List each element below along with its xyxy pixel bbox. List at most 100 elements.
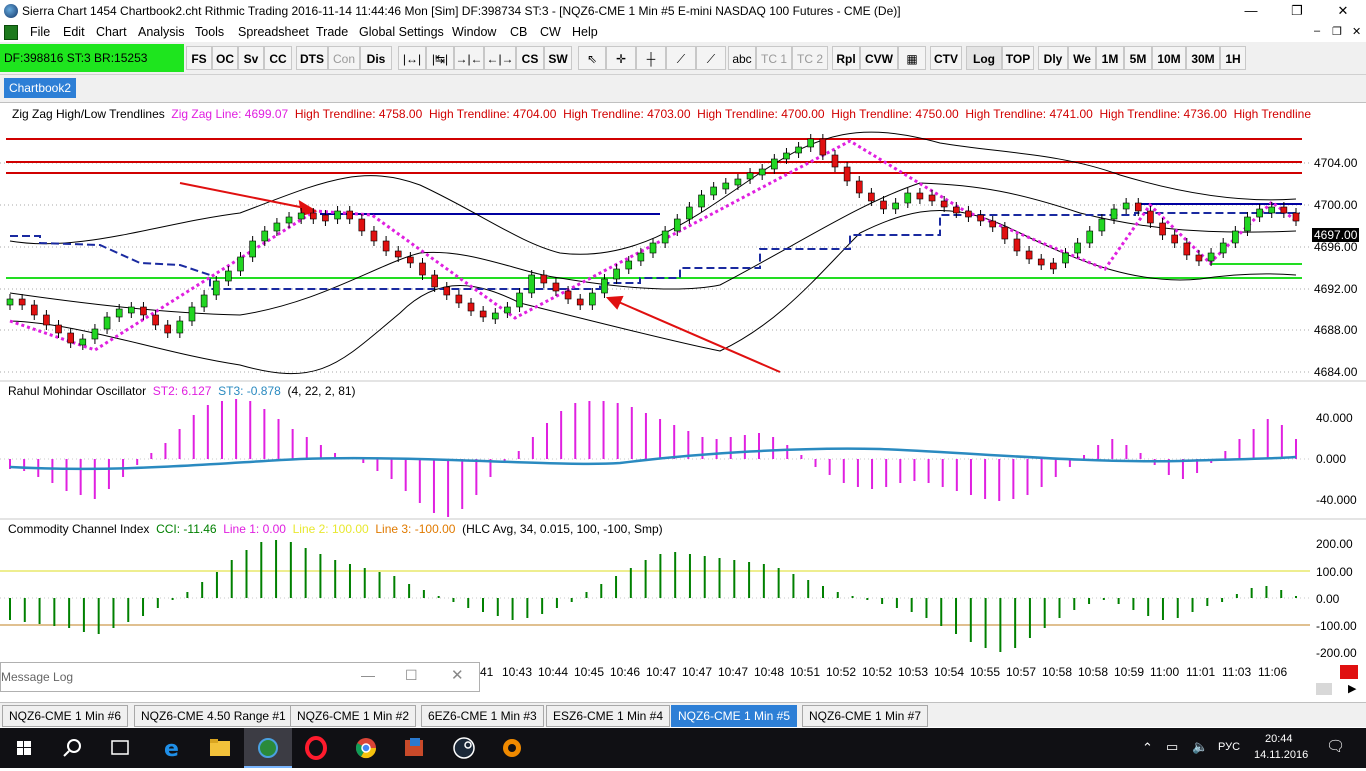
rpl-button[interactable]: Rpl: [832, 46, 860, 70]
cvw-button[interactable]: CVW: [860, 46, 898, 70]
30m-button[interactable]: 30M: [1186, 46, 1220, 70]
menu-file[interactable]: File: [30, 25, 50, 39]
menu-global-settings[interactable]: Global Settings: [359, 25, 444, 39]
mdi-close-button[interactable]: ✕: [1352, 25, 1361, 38]
crosshair-icon[interactable]: ✛: [606, 46, 636, 70]
dis-button[interactable]: Dis: [360, 46, 392, 70]
volume-icon[interactable]: 🔈: [1192, 739, 1208, 755]
opera-icon[interactable]: [292, 728, 340, 768]
10m-button[interactable]: 10M: [1152, 46, 1186, 70]
con-button[interactable]: Con: [328, 46, 360, 70]
steam-icon[interactable]: [440, 728, 488, 768]
value-tool-icon[interactable]: ┼: [636, 46, 666, 70]
cs-button[interactable]: CS: [516, 46, 544, 70]
trendline-value: High Trendline: 4703.00: [563, 107, 691, 121]
oc-button[interactable]: OC: [212, 46, 238, 70]
clock-date[interactable]: 14.11.2016: [1254, 749, 1308, 761]
1h-button[interactable]: 1H: [1220, 46, 1246, 70]
tab-chart-4[interactable]: ESZ6-CME 1 Min #4: [546, 705, 671, 727]
chrome-icon[interactable]: [342, 728, 390, 768]
menu-trade[interactable]: Trade: [316, 25, 348, 39]
keypad-icon[interactable]: ▦: [898, 46, 926, 70]
tab-chart-5[interactable]: NQZ6-CME 1 Min #5: [671, 705, 798, 727]
sv-button[interactable]: Sv: [238, 46, 264, 70]
top-button[interactable]: TOP: [1002, 46, 1034, 70]
menu-edit[interactable]: Edit: [63, 25, 85, 39]
message-log-minimize[interactable]: —: [361, 667, 375, 683]
tray-chevron-icon[interactable]: ⌃: [1142, 740, 1153, 756]
time-axis-label: 10:46: [610, 665, 641, 679]
sierra-chart-icon[interactable]: [244, 728, 292, 768]
cci-axis-label: 100.00: [1316, 565, 1353, 579]
candle-down: [843, 166, 851, 182]
menu-spreadsheet[interactable]: Spreadsheet: [238, 25, 309, 39]
dts-button[interactable]: DTS: [296, 46, 328, 70]
zoom-out-icon[interactable]: |↔|: [398, 46, 426, 70]
tc1-button[interactable]: TC 1: [756, 46, 792, 70]
cc-button[interactable]: CC: [264, 46, 292, 70]
tab-chart-6[interactable]: NQZ6-CME 1 Min #6: [2, 705, 129, 727]
message-log-window[interactable]: Message Log — ☐ ✕: [0, 662, 480, 692]
menu-cb[interactable]: CB: [510, 25, 527, 39]
abc-button[interactable]: abc: [728, 46, 756, 70]
sw-button[interactable]: SW: [544, 46, 572, 70]
mdi-restore-button[interactable]: ❐: [1332, 25, 1342, 38]
windows-start-icon[interactable]: [0, 728, 48, 768]
candle-up: [91, 328, 99, 340]
notifications-icon[interactable]: 🗨: [1326, 737, 1345, 755]
edge-browser-icon[interactable]: e: [148, 728, 196, 768]
tab-chart-2[interactable]: NQZ6-CME 1 Min #2: [290, 705, 417, 727]
we-button[interactable]: We: [1068, 46, 1096, 70]
clock-time[interactable]: 20:44: [1265, 733, 1293, 745]
cci-line2: Line 2: 100.00: [292, 522, 369, 536]
candle-up: [904, 192, 912, 204]
candle-up: [686, 206, 693, 220]
language-indicator[interactable]: РУС: [1218, 741, 1240, 753]
minimize-button[interactable]: —: [1228, 0, 1274, 22]
ctv-button[interactable]: CTV: [930, 46, 962, 70]
message-log-close[interactable]: ✕: [451, 666, 464, 684]
menu-tools[interactable]: Tools: [195, 25, 224, 39]
candle-up: [746, 172, 754, 180]
tab-chart-1[interactable]: NQZ6-CME 4.50 Range #1: [134, 705, 293, 727]
search-icon[interactable]: [48, 728, 96, 768]
chart-area[interactable]: Zig Zag High/Low Trendlines Zig Zag Line…: [0, 102, 1366, 695]
candle-down: [1037, 258, 1045, 266]
expand-icon[interactable]: ←|→: [484, 46, 516, 70]
candle-down: [1171, 234, 1178, 244]
candle-down: [1013, 238, 1021, 252]
menu-cw[interactable]: CW: [540, 25, 561, 39]
fs-button[interactable]: FS: [186, 46, 212, 70]
candle-up: [128, 306, 135, 314]
scroll-left-icon[interactable]: [1316, 683, 1332, 695]
menu-analysis[interactable]: Analysis: [138, 25, 185, 39]
scroll-right-icon[interactable]: ▶: [1348, 682, 1356, 695]
candle-up: [589, 292, 596, 306]
tc2-button[interactable]: TC 2: [792, 46, 828, 70]
tab-chart-7[interactable]: NQZ6-CME 1 Min #7: [802, 705, 929, 727]
game-app-icon[interactable]: [488, 728, 536, 768]
ray-tool-icon[interactable]: ⟋: [696, 46, 726, 70]
task-view-icon[interactable]: [96, 728, 144, 768]
line-tool-icon[interactable]: ⟋: [666, 46, 696, 70]
1m-button[interactable]: 1M: [1096, 46, 1124, 70]
log-button[interactable]: Log: [966, 46, 1002, 70]
menu-help[interactable]: Help: [572, 25, 598, 39]
5m-button[interactable]: 5M: [1124, 46, 1152, 70]
zoom-in-icon[interactable]: |↹|: [426, 46, 454, 70]
compress-icon[interactable]: →|←: [454, 46, 484, 70]
menu-window[interactable]: Window: [452, 25, 496, 39]
menu-chart[interactable]: Chart: [96, 25, 127, 39]
dly-button[interactable]: Dly: [1038, 46, 1068, 70]
message-log-maximize[interactable]: ☐: [405, 667, 418, 684]
candle-down: [455, 294, 463, 304]
tab-chart-3[interactable]: 6EZ6-CME 1 Min #3: [421, 705, 544, 727]
pointer-icon[interactable]: ⇖: [578, 46, 606, 70]
restore-button[interactable]: ❐: [1274, 0, 1320, 22]
close-button[interactable]: ✕: [1320, 0, 1366, 22]
network-icon[interactable]: ▭: [1166, 739, 1178, 755]
mdi-minimize-button[interactable]: –: [1314, 25, 1320, 37]
tab-chartbook2[interactable]: Chartbook2: [4, 78, 76, 98]
app-package-icon[interactable]: [390, 728, 438, 768]
file-explorer-icon[interactable]: [196, 728, 244, 768]
